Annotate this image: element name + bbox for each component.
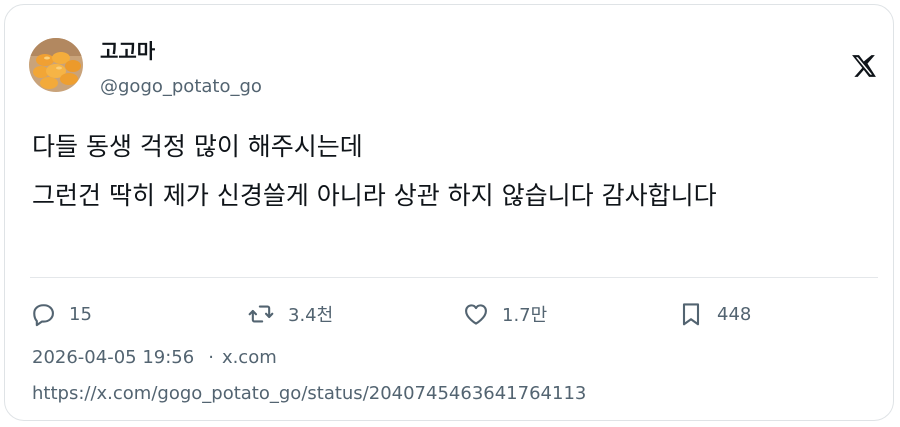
reply-button[interactable]: 15: [29, 299, 92, 329]
retweet-count: 3.4천: [288, 305, 334, 326]
avatar-image: [29, 38, 83, 92]
tweet-meta: 2026-04-05 19:56 · x.com: [32, 345, 277, 371]
status-url[interactable]: https://x.com/gogo_potato_go/status/2040…: [32, 381, 586, 407]
tweet-text: 다들 동생 걱정 많이 해주시는데 그런건 딱히 제가 신경쓸게 아니라 상관 …: [32, 122, 862, 220]
x-logo-icon[interactable]: [851, 53, 877, 79]
author-display-name[interactable]: 고고마: [100, 38, 155, 64]
tweet-card: 고고마 @gogo_potato_go 다들 동생 걱정 많이 해주시는데 그런…: [4, 4, 894, 421]
retweet-icon: [246, 300, 276, 328]
like-button[interactable]: 1.7만: [462, 299, 547, 329]
tweet-timestamp[interactable]: 2026-04-05 19:56: [32, 345, 194, 371]
bookmark-count: 448: [717, 303, 752, 325]
tweet-line: 그런건 딱히 제가 신경쓸게 아니라 상관 하지 않습니다 감사합니다: [32, 181, 717, 210]
retweet-button[interactable]: 3.4천: [246, 299, 333, 329]
tweet-source[interactable]: x.com: [222, 345, 277, 371]
author-handle[interactable]: @gogo_potato_go: [100, 75, 262, 99]
meta-separator: ·: [208, 347, 214, 368]
heart-icon: [462, 300, 490, 328]
divider: [30, 277, 878, 278]
avatar[interactable]: [29, 38, 83, 92]
reply-count: 15: [69, 303, 92, 325]
tweet-line: 다들 동생 걱정 많이 해주시는데: [32, 132, 363, 161]
like-count: 1.7만: [502, 305, 548, 326]
bookmark-button[interactable]: 448: [677, 299, 751, 329]
reply-icon: [29, 300, 57, 328]
bookmark-icon: [677, 300, 705, 328]
